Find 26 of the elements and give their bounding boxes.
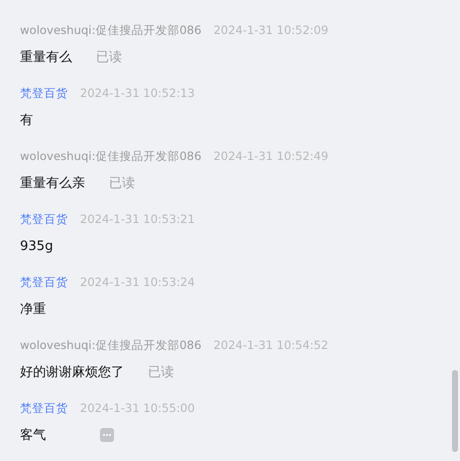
message-text: 客气 bbox=[20, 427, 46, 444]
message-text: 净重 bbox=[20, 301, 46, 318]
sender-name: 梵登百货 bbox=[20, 212, 68, 226]
message-text: 重量有么亲 bbox=[20, 175, 85, 192]
sender-name: woloveshuqi:促佳搜品开发部086 bbox=[20, 22, 202, 38]
message-time: 2024-1-31 10:55:00 bbox=[80, 401, 195, 415]
sender-name: woloveshuqi:促佳搜品开发部086 bbox=[20, 148, 202, 164]
read-status: 已读 bbox=[148, 364, 174, 381]
sender-name: woloveshuqi:促佳搜品开发部086 bbox=[20, 338, 202, 352]
message-text: 有 bbox=[20, 112, 33, 129]
message-time: 2024-1-31 10:54:52 bbox=[213, 338, 328, 352]
scrollbar-thumb[interactable] bbox=[452, 370, 458, 452]
message-time: 2024-1-31 10:52:13 bbox=[80, 86, 195, 100]
message-text: 935g bbox=[20, 238, 54, 254]
sender-name: 梵登百货 bbox=[20, 86, 68, 100]
message-time: 2024-1-31 10:52:49 bbox=[213, 149, 328, 163]
message-time: 2024-1-31 10:53:21 bbox=[80, 212, 195, 226]
read-status: 已读 bbox=[96, 49, 122, 66]
message-time: 2024-1-31 10:53:24 bbox=[80, 275, 195, 289]
sender-name: 梵登百货 bbox=[20, 400, 68, 416]
message-text: 重量有么 bbox=[20, 49, 72, 66]
more-icon[interactable] bbox=[100, 428, 114, 442]
read-status: 已读 bbox=[109, 175, 135, 192]
message-time: 2024-1-31 10:52:09 bbox=[213, 23, 328, 37]
message-text: 好的谢谢麻烦您了 bbox=[20, 364, 124, 381]
sender-name: 梵登百货 bbox=[20, 274, 68, 290]
